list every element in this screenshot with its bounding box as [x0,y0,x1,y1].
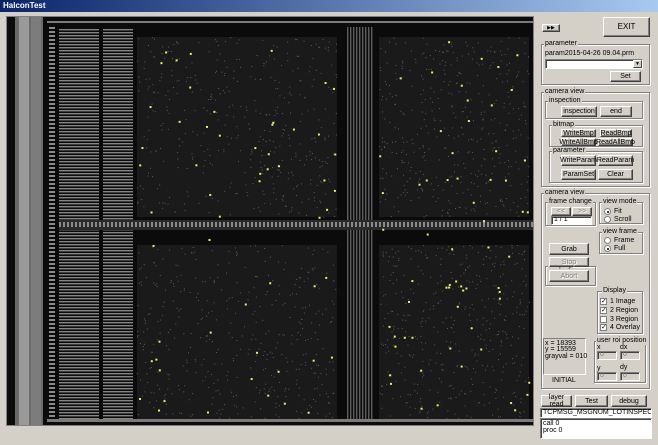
bitmap-group-label: bitmap [552,121,576,129]
pixel-grayval-readout: grayval = 010 [545,353,588,360]
view-mode-fit-radio[interactable] [604,208,611,215]
log-area[interactable]: call 0 proc 0 [540,418,652,439]
layer-3-checkbox[interactable] [600,316,607,323]
parameter-file-name: param2015-04-26 09.04.prm [545,50,635,57]
debug-button[interactable]: debug [611,395,647,407]
read-bmp-button[interactable]: ReadBmp [600,129,632,137]
parameter-group-label: parameter [544,40,578,48]
layer-1-checkbox[interactable]: ✓ [600,298,607,305]
view-frame-label: view frame [602,228,638,236]
display-layers-label: Display [602,287,627,295]
write-all-bmp-button[interactable]: WriteAllBmp [559,138,598,146]
end-button[interactable]: end [600,106,632,117]
layer-2-label: 2 Region [610,307,639,314]
inspection-button[interactable]: inspection [561,106,597,117]
grab-button[interactable]: Grab [549,243,589,255]
frame-index-field: 1 / 1 [551,216,592,225]
view-mode-scroll-radio[interactable] [604,216,611,223]
roi-dy-label: dy [620,364,628,371]
log-line: proc 0 [543,427,563,434]
view-frame-full-label: Full [614,245,626,252]
write-bmp-button[interactable]: WriteBmp [561,129,596,137]
view-mode-fit-label: Fit [614,208,622,215]
layer-read-button[interactable]: layer read [541,394,572,408]
chevron-down-icon[interactable]: ▼ [633,60,642,68]
layer-2-checkbox[interactable]: ✓ [600,307,607,314]
param-set-button[interactable]: ParamSet [561,169,596,180]
view-mode-scroll-label: Scroll [614,216,632,223]
roi-y-input[interactable]: 0 [597,372,617,381]
frame-change-label: frame change [548,198,593,206]
read-all-bmp-button[interactable]: ReadAllBmp [596,138,635,146]
view-frame-frame-label: Frame [614,237,635,244]
set-button[interactable]: Set [610,71,641,82]
prev-frame-button[interactable]: << [551,207,571,216]
param-io-group-label: parameter [552,147,586,155]
log-line: call 0 [543,420,560,427]
layer-4-checkbox[interactable]: ✓ [600,324,607,331]
write-param-button[interactable]: WriteParam [560,155,597,166]
roi-x-input[interactable]: 0 [597,351,617,360]
parameter-combo[interactable]: ▼ [545,59,643,69]
abort-button[interactable]: Abort [549,270,589,282]
test-button[interactable]: Test [575,395,608,407]
layer-3-label: 3 Region [610,316,639,323]
window-title: HalconTest [0,0,658,12]
read-param-button[interactable]: ReadParam [597,155,634,166]
mini-toggle-button[interactable]: ▶▶ [542,24,560,32]
message-field[interactable]: TCPMSG_MSGNUM_LOTINSPECSTAR [540,408,652,418]
camera-image [7,17,533,425]
camera-view-label-1: camera view [544,88,586,96]
clear-button[interactable]: Clear [598,169,633,180]
image-viewer[interactable] [6,16,534,426]
status-text: INITIAL [552,377,576,384]
inspection-group-label: inspection [548,97,582,105]
exit-button[interactable]: EXIT [603,17,650,37]
roi-dx-input[interactable]: 0 [620,351,640,360]
stop-button[interactable]: Stop [549,257,589,267]
view-frame-frame-radio[interactable] [604,237,611,244]
view-frame-full-radio[interactable] [604,245,611,252]
view-mode-label: view mode [602,198,638,206]
roi-dy-input[interactable]: 0 [620,372,640,381]
layer-4-label: 4 Overlay [610,324,640,331]
next-frame-button[interactable]: >> [572,207,592,216]
camera-view-label-2: camera view [544,189,586,197]
layer-1-label: 1 Image [610,298,636,305]
